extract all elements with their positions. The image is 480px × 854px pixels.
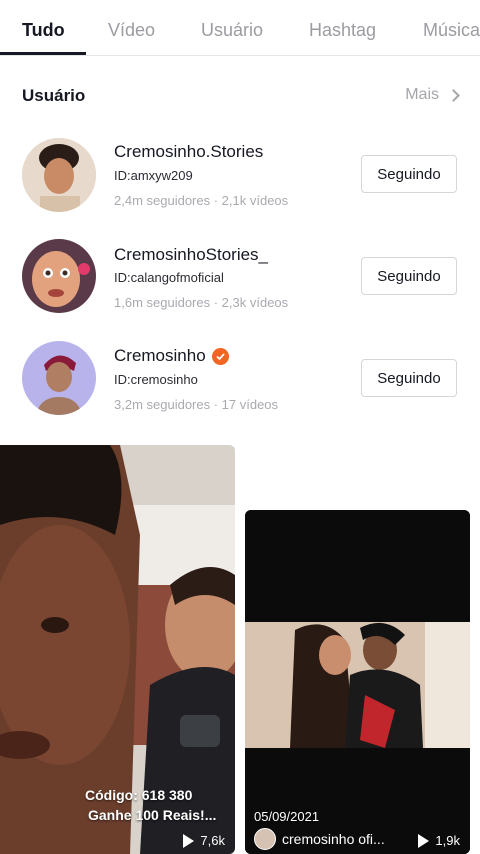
- video-author[interactable]: cremosinho ofi...: [254, 828, 385, 850]
- video-caption-line2: Ganhe 100 Reais!...: [88, 807, 217, 823]
- user-row[interactable]: Cremosinho ID:cremosinho 3,2m seguidores…: [0, 336, 480, 436]
- views-count: 7,6k: [200, 833, 225, 848]
- user-name-text: Cremosinho.Stories: [114, 142, 264, 161]
- following-button[interactable]: Seguindo: [361, 257, 457, 295]
- user-id: ID:calangofmoficial: [114, 270, 224, 285]
- user-row[interactable]: Cremosinho.Stories ID:amxyw209 2,4m segu…: [0, 130, 480, 230]
- video-caption-line1: Código: 618 380: [85, 787, 193, 803]
- avatar[interactable]: [22, 138, 96, 212]
- section-title: Usuário: [22, 86, 86, 105]
- video-views: 1,9k: [418, 833, 460, 848]
- user-name[interactable]: Cremosinho: [114, 346, 229, 366]
- video-thumbnail[interactable]: Código: 618 380 Ganhe 100 Reais!... 7,6k: [0, 445, 235, 854]
- play-icon: [418, 833, 430, 848]
- tab-musica[interactable]: Música: [423, 20, 480, 41]
- user-name[interactable]: Cremosinho.Stories: [114, 142, 263, 162]
- search-tabs: Tudo Vídeo Usuário Hashtag Música: [0, 0, 480, 56]
- tab-video[interactable]: Vídeo: [108, 20, 155, 41]
- play-icon: [183, 833, 195, 848]
- avatar[interactable]: [22, 239, 96, 313]
- chevron-right-icon: [447, 88, 460, 102]
- author-name: cremosinho ofi...: [282, 831, 385, 847]
- video-date: 05/09/2021: [254, 809, 320, 824]
- video-thumbnail[interactable]: 05/09/2021 cremosinho ofi... 1,9k: [245, 510, 470, 854]
- user-name-text: Cremosinho: [114, 346, 206, 365]
- tab-usuario[interactable]: Usuário: [201, 20, 263, 41]
- user-name-text: CremosinhoStories_: [114, 245, 269, 264]
- user-stats: 1,6m seguidores · 2,3k vídeos: [114, 295, 289, 310]
- user-name[interactable]: CremosinhoStories_: [114, 245, 268, 265]
- avatar[interactable]: [22, 341, 96, 415]
- user-stats: 2,4m seguidores · 2,1k vídeos: [114, 193, 289, 208]
- tab-hashtag[interactable]: Hashtag: [309, 20, 376, 41]
- video-views: 7,6k: [183, 833, 225, 848]
- more-link[interactable]: Mais: [405, 86, 460, 104]
- verified-badge-icon: [211, 347, 229, 365]
- tabs-divider: [0, 55, 480, 56]
- user-stats: 3,2m seguidores · 17 vídeos: [114, 397, 279, 412]
- user-row[interactable]: CremosinhoStories_ ID:calangofmoficial 1…: [0, 233, 480, 333]
- user-id: ID:amxyw209: [114, 168, 193, 183]
- user-id: ID:cremosinho: [114, 372, 198, 387]
- tab-tudo[interactable]: Tudo: [22, 20, 65, 41]
- following-button[interactable]: Seguindo: [361, 155, 457, 193]
- more-label: Mais: [405, 86, 439, 103]
- following-button[interactable]: Seguindo: [361, 359, 457, 397]
- author-avatar: [254, 828, 276, 850]
- views-count: 1,9k: [435, 833, 460, 848]
